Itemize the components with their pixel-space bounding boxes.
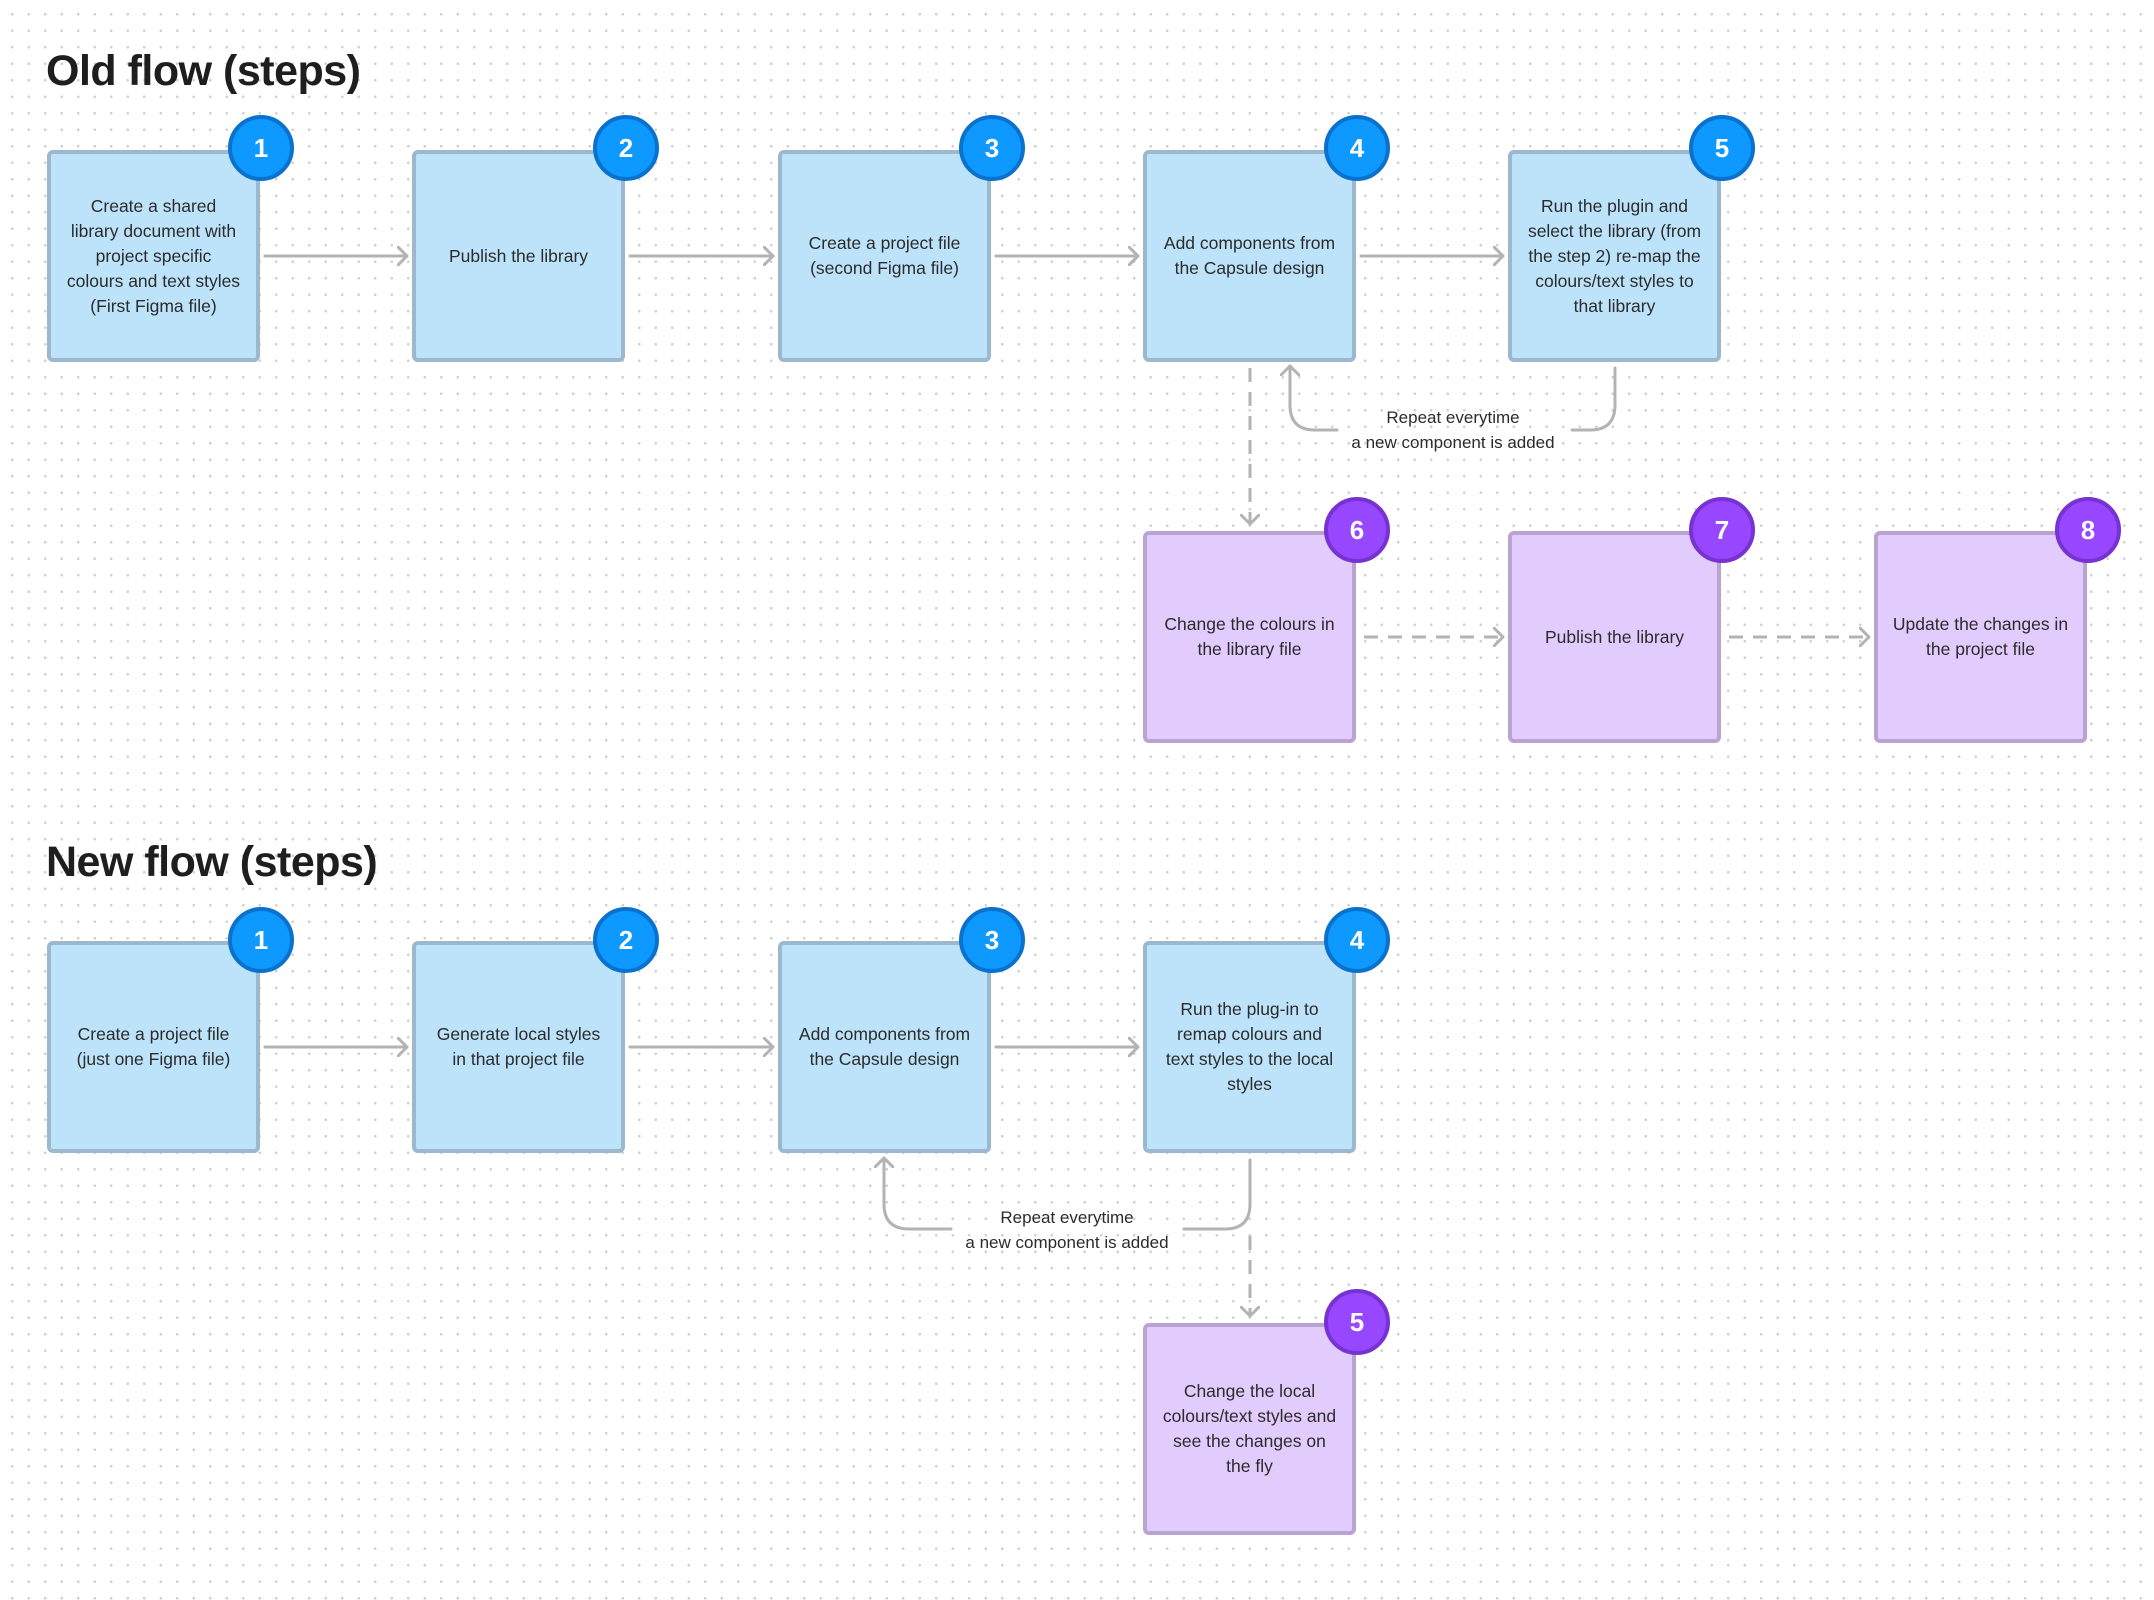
step-text: Run the plugin and select the library (f… <box>1527 195 1702 316</box>
old-loop-connector-left <box>1290 364 1339 432</box>
step-number-badge: 2 <box>593 907 659 973</box>
new-step-3[interactable]: Add components from the Capsule design <box>778 941 991 1153</box>
connectors-layer <box>263 0 2154 1600</box>
loop-note-line-2: a new component is added <box>965 1233 1169 1252</box>
step-text: Change the colours in the library file <box>1164 614 1335 659</box>
step-number-badge: 3 <box>959 907 1025 973</box>
old-step-4[interactable]: Add components from the Capsule design <box>1143 150 1356 362</box>
step-text: Add components from the Capsule design <box>1163 233 1336 278</box>
step-text: Run the plug-in to remap colours and tex… <box>1165 999 1334 1094</box>
step-text: Create a project file (just one Figma fi… <box>76 1024 231 1069</box>
old-step-3[interactable]: Create a project file (second Figma file… <box>778 150 991 362</box>
old-step-7[interactable]: Publish the library <box>1508 531 1721 743</box>
step-text: Update the changes in the project file <box>1892 614 2069 659</box>
step-number-badge: 1 <box>228 115 294 181</box>
new-step-2[interactable]: Generate local styles in that project fi… <box>412 941 625 1153</box>
step-text: Create a shared library document with pr… <box>66 195 241 316</box>
loop-note-line-1: Repeat everytime <box>1000 1208 1134 1227</box>
step-text: Create a project file (second Figma file… <box>808 233 961 278</box>
step-text: Publish the library <box>448 245 589 266</box>
step-text: Add components from the Capsule design <box>798 1024 971 1069</box>
new-loop-note: Repeat everytime a new component is adde… <box>965 1205 1168 1255</box>
new-step-4[interactable]: Run the plug-in to remap colours and tex… <box>1143 941 1356 1153</box>
step-number-badge: 2 <box>593 115 659 181</box>
step-number-badge: 6 <box>1324 497 1390 563</box>
step-number-badge: 5 <box>1689 115 1755 181</box>
step-number-badge: 4 <box>1324 115 1390 181</box>
loop-note-line-2: a new component is added <box>1351 433 1555 452</box>
new-loop-connector-left <box>884 1156 953 1231</box>
new-flow-title: New flow (steps) <box>46 838 378 886</box>
step-text: Generate local styles in that project fi… <box>436 1024 601 1069</box>
step-number-badge: 3 <box>959 115 1025 181</box>
step-number-badge: 8 <box>2055 497 2121 563</box>
step-number-badge: 4 <box>1324 907 1390 973</box>
new-loop-connector-right <box>1182 1158 1252 1231</box>
loop-note-line-1: Repeat everytime <box>1386 408 1520 427</box>
old-step-8[interactable]: Update the changes in the project file <box>1874 531 2087 743</box>
step-text: Publish the library <box>1544 626 1685 647</box>
step-number-badge: 5 <box>1324 1289 1390 1355</box>
step-text: Change the local colours/text styles and… <box>1162 1381 1337 1476</box>
old-step-6[interactable]: Change the colours in the library file <box>1143 531 1356 743</box>
new-step-5[interactable]: Change the local colours/text styles and… <box>1143 1323 1356 1535</box>
old-step-5[interactable]: Run the plugin and select the library (f… <box>1508 150 1721 362</box>
new-step-1[interactable]: Create a project file (just one Figma fi… <box>47 941 260 1153</box>
old-flow-title: Old flow (steps) <box>46 47 361 95</box>
step-number-badge: 7 <box>1689 497 1755 563</box>
old-loop-note: Repeat everytime a new component is adde… <box>1351 405 1554 455</box>
old-step-2[interactable]: Publish the library <box>412 150 625 362</box>
old-step-1[interactable]: Create a shared library document with pr… <box>47 150 260 362</box>
step-number-badge: 1 <box>228 907 294 973</box>
old-loop-connector-right <box>1570 366 1617 432</box>
